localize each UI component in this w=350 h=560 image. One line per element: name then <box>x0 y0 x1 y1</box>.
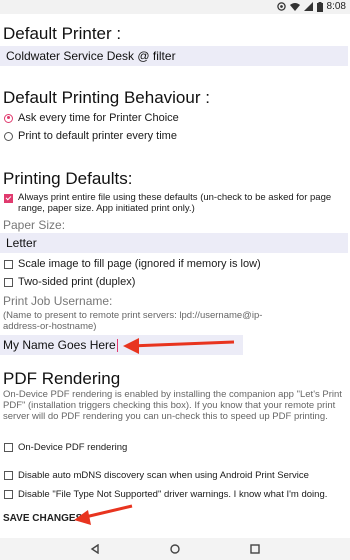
navigation-bar <box>0 538 350 560</box>
home-icon[interactable] <box>170 544 180 554</box>
back-icon[interactable] <box>90 544 100 554</box>
recents-icon[interactable] <box>250 544 260 554</box>
arrow-icon <box>123 338 235 354</box>
arrow-icon <box>74 504 133 525</box>
annotation-overlay <box>74 338 235 525</box>
